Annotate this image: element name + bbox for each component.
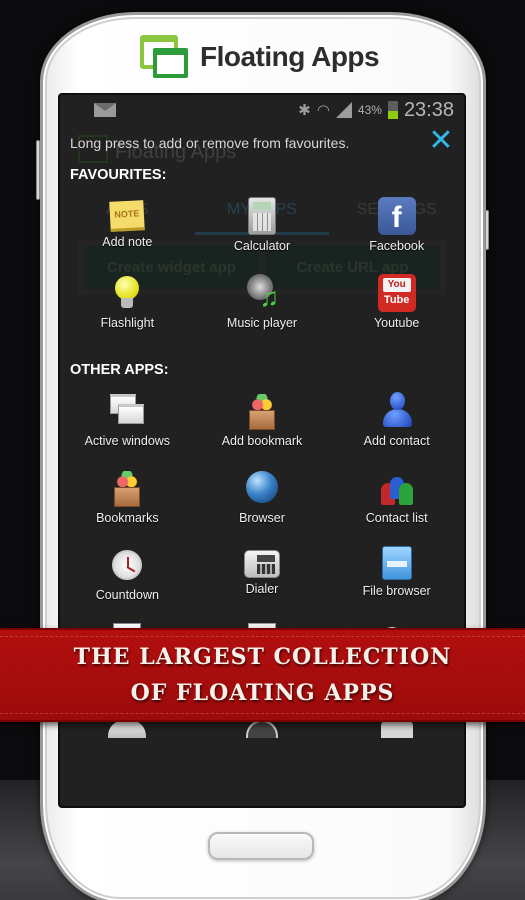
contacts-icon: [378, 469, 416, 507]
power-button: [485, 210, 489, 250]
music-player-icon: ♫: [243, 274, 281, 312]
app-label: Add bookmark: [221, 434, 303, 448]
bluetooth-icon: ✱: [298, 102, 311, 119]
close-icon[interactable]: ✕: [428, 126, 454, 156]
app-contact-list[interactable]: Contact list: [329, 467, 464, 544]
facebook-icon: f: [377, 197, 416, 235]
banner-line-1: THE LARGEST COLLECTION: [73, 644, 452, 670]
battery-percent: 43%: [357, 103, 382, 117]
app-add-contact[interactable]: Add contact: [329, 390, 464, 467]
app-music-player[interactable]: ♫ Music player: [195, 272, 330, 349]
mail-icon: [94, 103, 116, 117]
app-label: Add contact: [363, 434, 430, 448]
app-label: Flashlight: [100, 316, 155, 330]
clock: 23:38: [403, 98, 454, 121]
app-add-bookmark[interactable]: Add bookmark: [195, 390, 330, 467]
phone-icon: [243, 550, 280, 578]
app-bookmarks[interactable]: Bookmarks: [60, 467, 195, 544]
windows-icon: [108, 392, 146, 430]
app-youtube[interactable]: You Tube Youtube: [329, 272, 464, 349]
app-label: File browser: [362, 584, 431, 598]
person-icon: [378, 392, 416, 430]
app-flashlight[interactable]: Flashlight: [60, 272, 195, 349]
gear-icon: [380, 720, 413, 738]
youtube-icon: You Tube: [377, 274, 416, 312]
app-file-browser[interactable]: File browser: [329, 544, 464, 621]
app-label: Facebook: [369, 239, 425, 253]
brand-title: Floating Apps: [200, 41, 380, 72]
promo-banner: THE LARGEST COLLECTION OF FLOATING APPS: [0, 628, 525, 722]
gauge-icon: [245, 720, 278, 738]
favourites-grid: NOTE Add note Calculator f Facebook Flas…: [60, 195, 464, 349]
app-label: Countdown: [95, 588, 159, 602]
app-label: Add note: [102, 235, 153, 249]
app-browser[interactable]: Browser: [195, 467, 330, 544]
app-label: Dialer: [245, 582, 279, 596]
bookmark-box-icon: [108, 469, 146, 507]
brand-header: Floating Apps: [140, 34, 380, 80]
file-cabinet-icon: [381, 546, 412, 580]
volume-button: [36, 140, 40, 200]
app-add-note[interactable]: NOTE Add note: [60, 195, 195, 272]
app-dialer[interactable]: Dialer: [195, 544, 330, 621]
signal-icon: [335, 102, 352, 118]
favourites-hint: Long press to add or remove from favouri…: [70, 135, 350, 151]
app-label: Contact list: [365, 511, 428, 525]
flashlight-icon: [115, 276, 140, 308]
note-icon: NOTE: [109, 200, 146, 232]
calculator-icon: [247, 197, 276, 235]
map-icon: [108, 720, 147, 738]
app-label: Active windows: [84, 434, 171, 448]
banner-line-2: OF FLOATING APPS: [130, 680, 395, 706]
globe-icon: [245, 471, 278, 503]
battery-icon: [387, 101, 398, 119]
app-label: Youtube: [373, 316, 420, 330]
wifi-icon: ◠: [316, 102, 330, 119]
alarm-clock-icon: [112, 550, 143, 580]
floating-apps-logo-icon: [140, 35, 188, 79]
home-button: [208, 832, 314, 860]
app-label: Calculator: [233, 239, 291, 253]
other-apps-heading: OTHER APPS:: [70, 362, 169, 378]
status-bar: ✱ ◠ 43% 23:38: [60, 95, 464, 125]
app-facebook[interactable]: f Facebook: [329, 195, 464, 272]
app-label: Browser: [239, 511, 285, 525]
app-label: Music player: [226, 316, 298, 330]
app-calculator[interactable]: Calculator: [195, 195, 330, 272]
favourites-heading: FAVOURITES:: [70, 167, 167, 183]
app-label: Bookmarks: [96, 511, 159, 525]
app-active-windows[interactable]: Active windows: [60, 390, 195, 467]
bookmark-box-icon: [243, 392, 281, 430]
app-countdown[interactable]: Countdown: [60, 544, 195, 621]
